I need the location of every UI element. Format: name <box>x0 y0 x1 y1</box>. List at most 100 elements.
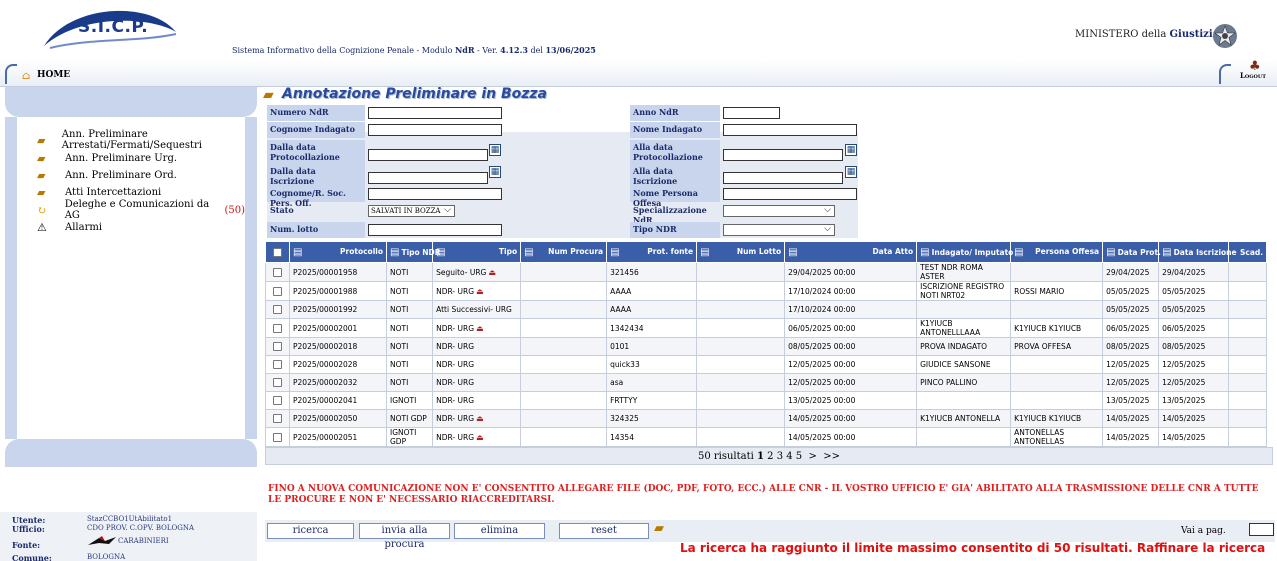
data-prot-value: 14/05/2025 <box>1106 414 1150 423</box>
calendar-icon[interactable]: ▦ <box>845 166 857 178</box>
alla-data-iscr-input[interactable] <box>723 172 843 184</box>
sidebar-item-ord[interactable]: ▰ Ann. Preliminare Ord. <box>37 168 177 182</box>
row-checkbox[interactable] <box>273 267 282 277</box>
numero-ndr-input[interactable] <box>368 107 502 119</box>
goto-page-input[interactable] <box>1249 523 1274 536</box>
cognome-indagato-input[interactable] <box>368 124 502 136</box>
nome-indagato-input[interactable] <box>723 124 857 136</box>
cell-tipo: Atti Successivi- URG <box>432 300 522 319</box>
elimina-button[interactable]: elimina <box>454 523 545 539</box>
col-data-iscrizione[interactable]: ▤ Data Iscrizione <box>1158 241 1237 263</box>
page-last[interactable]: >> <box>823 451 840 462</box>
indagato-value: K1YIUCB ANTONELLA <box>920 414 1001 423</box>
reset-button[interactable]: reset <box>559 523 649 539</box>
row-checkbox[interactable] <box>273 286 282 296</box>
row-checkbox[interactable] <box>273 378 282 388</box>
table-row[interactable]: P2025/00002028 NOTI NDR- URG quick33 12/05/2… <box>265 355 1268 374</box>
select-all-checkbox[interactable] <box>265 241 290 263</box>
tipo-value: Seguito- URG <box>436 267 487 277</box>
row-checkbox[interactable] <box>273 323 282 333</box>
calendar-icon[interactable]: ▦ <box>489 144 501 156</box>
cell-persona-offesa: PROVA OFFESA <box>1010 337 1104 356</box>
logout-link[interactable]: Logout <box>1240 71 1266 80</box>
num-lotto-label: Num. lotto <box>267 222 365 238</box>
col-protocollo[interactable]: ▤ Protocollo <box>289 241 387 263</box>
col-num-lotto[interactable]: ▤ Num Lotto <box>696 241 786 263</box>
fonte-value: CARABINIERI <box>118 537 169 545</box>
tipo-ndr-select[interactable]: ⌵ <box>723 224 835 236</box>
prot-fonte-value: FRTTYY <box>610 396 638 405</box>
cell-num-procura <box>520 300 608 319</box>
row-checkbox[interactable] <box>273 360 282 370</box>
page-next[interactable]: > <box>809 451 817 462</box>
nome-persona-offesa-input[interactable] <box>723 188 857 200</box>
cell-indagato: PROVA INDAGATO <box>916 337 1012 356</box>
col-num-procura[interactable]: ▤ Num Procura <box>520 241 608 263</box>
row-checkbox[interactable] <box>273 414 282 424</box>
table-row[interactable]: P2025/00002001 NOTI NDR- URG ⏏ 1342434 06/05/… <box>265 318 1268 338</box>
calendar-icon[interactable]: ▦ <box>489 166 501 178</box>
sidebar-item-allarmi[interactable]: ⚠ Allarmi <box>37 220 102 234</box>
table-row[interactable]: P2025/00002018 NOTI NDR- URG 0101 08/05/2025… <box>265 337 1268 356</box>
dalla-data-prot-input[interactable] <box>368 149 488 161</box>
col-tipo[interactable]: ▤ Tipo <box>432 241 522 263</box>
table-row[interactable]: P2025/00002051 IGNOTI GDP NDR- URG ⏏ 14354 14… <box>265 427 1268 447</box>
page-links[interactable]: 2 3 4 5 <box>767 451 802 462</box>
sidebar-item-intercettazioni[interactable]: ▰ Atti Intercettazioni <box>37 185 161 199</box>
alla-data-prot-input[interactable] <box>723 149 843 161</box>
col-indagato[interactable]: ▤ Indagato/ Imputato <box>916 241 1013 263</box>
cell-num-procura <box>520 281 608 301</box>
table-row[interactable]: P2025/00001958 NOTI Seguito- URG ⏏ 321456 29/… <box>265 262 1268 282</box>
cell-num-lotto <box>696 355 786 374</box>
sidebar-item-deleghe[interactable]: ↻ Deleghe e Comunicazioni da AG (50) <box>37 199 245 221</box>
chevron-down-icon: ⌵ <box>824 224 831 234</box>
sidebar-item-arrestati[interactable]: ▰ Ann. Preliminare Arrestati/Fermati/Sequ… <box>37 129 245 151</box>
row-checkbox[interactable] <box>273 432 282 442</box>
cell-num-procura <box>520 337 608 356</box>
col-data-atto[interactable]: ▤ Data Atto <box>784 241 918 263</box>
table-row[interactable]: P2025/00002050 NOTI GDP NDR- URG ⏏ 324325 14/… <box>265 409 1268 428</box>
indagato-value: GIUDICE SANSONE <box>920 360 991 369</box>
row-checkbox[interactable] <box>273 396 282 406</box>
send-icon[interactable]: ⏏ <box>476 324 484 333</box>
anno-ndr-input[interactable] <box>723 107 780 119</box>
col-data-prot[interactable]: ▤ Data Prot. <box>1102 241 1161 263</box>
comune-value: BOLOGNA <box>87 553 126 561</box>
table-row[interactable]: P2025/00001988 NOTI NDR- URG ⏏ AAAA 17/10/202… <box>265 281 1268 301</box>
specializzazione-select[interactable]: ⌵ <box>723 205 835 217</box>
table-row[interactable]: P2025/00001992 NOTI Atti Successivi- URG AA… <box>265 300 1268 319</box>
home-icon[interactable]: ⌂ <box>22 69 30 82</box>
cell-data-atto: 13/05/2025 00:00 <box>784 391 918 410</box>
col-tipo-ndr[interactable]: ▤ Tipo NDR <box>385 241 441 263</box>
col-persona-offesa[interactable]: ▤ Persona Offesa <box>1010 241 1104 263</box>
send-icon[interactable]: ⏏ <box>476 433 484 442</box>
row-checkbox[interactable] <box>273 305 282 315</box>
dalla-data-prot-label: Dalla data Protocollazione <box>267 140 365 164</box>
num-lotto-input[interactable] <box>368 224 502 236</box>
sidebar-item-urg[interactable]: ▰ Ann. Preliminare Urg. <box>37 151 177 165</box>
specializzazione-label: Specializzazione NdR <box>633 205 707 225</box>
dalla-data-iscr-input[interactable] <box>368 172 488 184</box>
col-prot-fonte[interactable]: ▤ Prot. fonte <box>606 241 698 263</box>
persona-offesa-value: ANTONELLAS ANTONELLAS <box>1014 428 1065 446</box>
calendar-icon[interactable]: ▦ <box>845 144 857 156</box>
table-row[interactable]: P2025/00002041 IGNOTI NDR- URG FRTTYY 13/05/… <box>265 391 1268 410</box>
send-icon[interactable]: ⏏ <box>476 287 484 296</box>
stato-select[interactable]: SALVATI IN BOZZA ⌵ <box>368 205 455 217</box>
print-icon[interactable]: ▰ <box>654 521 664 536</box>
invia-procura-button[interactable]: invia alla procura <box>359 523 450 550</box>
cell-tipo: Seguito- URG ⏏ <box>432 262 522 282</box>
sort-icon: ▤ <box>1162 246 1172 258</box>
tipo-ndr-value: IGNOTI GDP <box>390 428 417 446</box>
cell-tipo-ndr: NOTI <box>385 337 434 356</box>
send-icon[interactable]: ⏏ <box>476 414 484 423</box>
table-row[interactable]: P2025/00002032 NOTI NDR- URG asa 12/05/2025 … <box>265 373 1268 392</box>
home-link[interactable]: HOME <box>37 70 70 80</box>
folder-icon: ▰ <box>263 87 274 103</box>
cognome-rsoc-input[interactable] <box>368 188 502 200</box>
cell-prot-fonte: AAAA <box>606 281 698 301</box>
data-prot-value: 12/05/2025 <box>1106 378 1150 387</box>
row-checkbox[interactable] <box>273 342 282 352</box>
ricerca-button[interactable]: ricerca <box>267 523 354 539</box>
send-icon[interactable]: ⏏ <box>488 268 496 277</box>
